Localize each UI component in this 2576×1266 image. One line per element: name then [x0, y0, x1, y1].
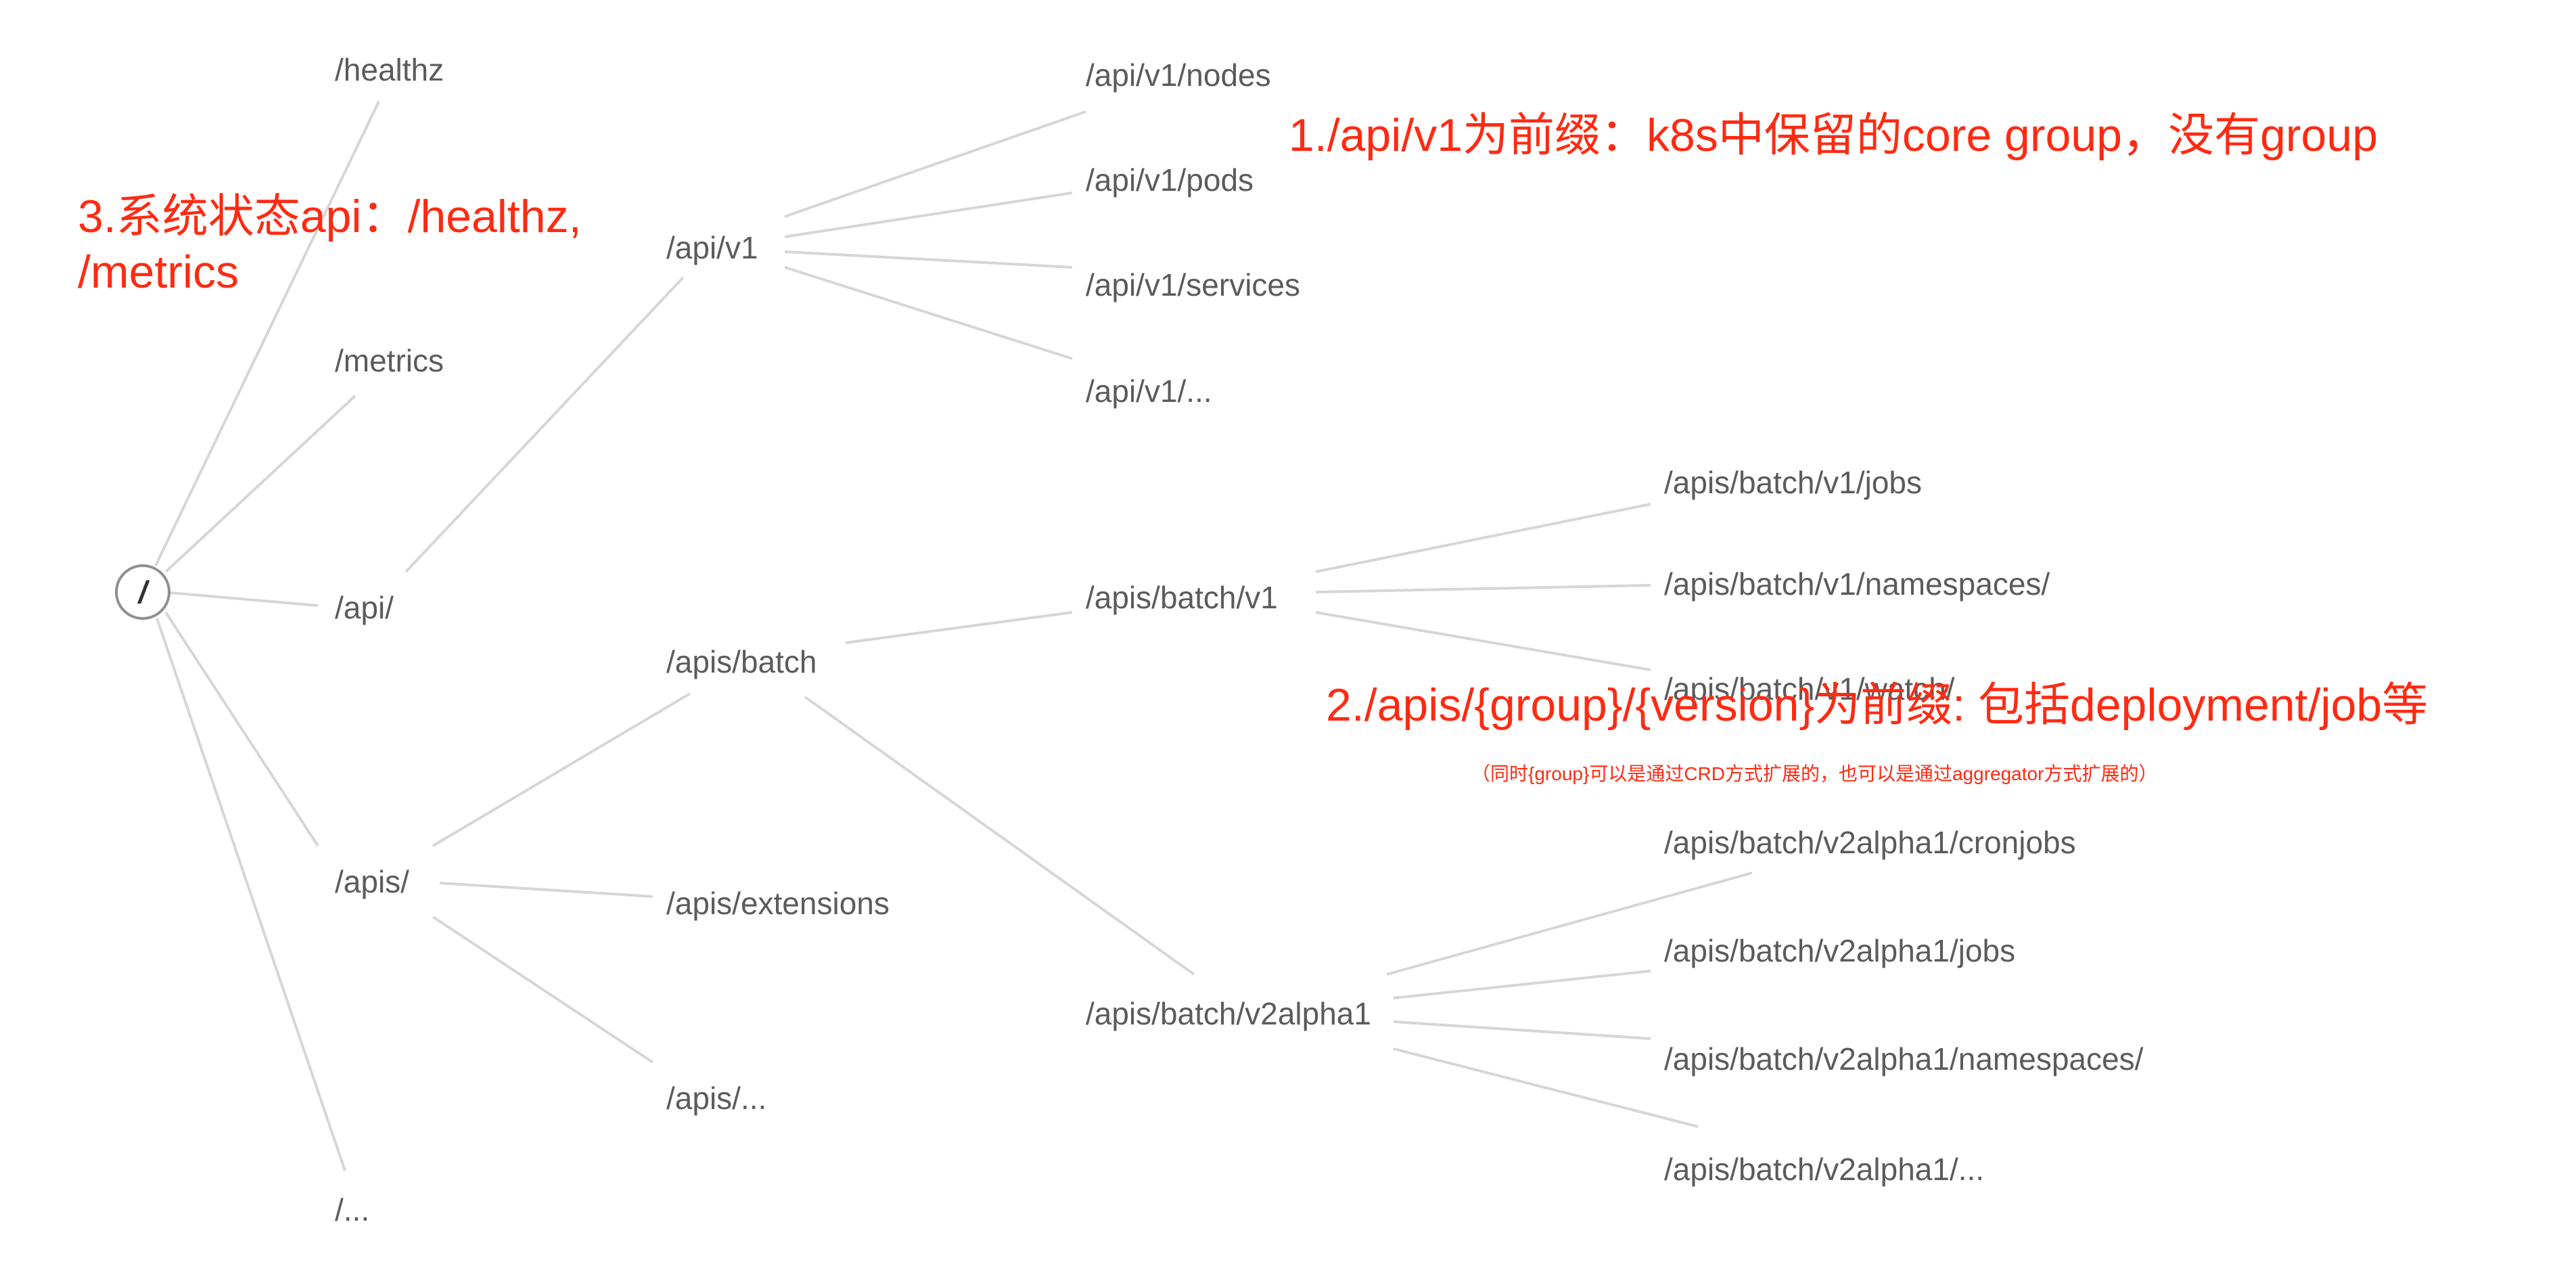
- node-apis-batch[interactable]: /apis/batch: [666, 646, 816, 677]
- node-root-etc[interactable]: /...: [335, 1194, 369, 1225]
- annotation-named-group: 2./apis/{group}/{version}为前缀: 包括deployme…: [1326, 679, 2429, 731]
- edge-apiv1-etc: [784, 266, 1073, 360]
- node-apis-extensions[interactable]: /apis/extensions: [666, 888, 890, 919]
- annotation-system-status-line1: 3.系统状态api：/healthz,: [78, 191, 582, 242]
- edge-apis-batch: [432, 692, 691, 847]
- node-api-v1-services[interactable]: /api/v1/services: [1086, 269, 1300, 300]
- node-apis-batch-v2alpha1[interactable]: /apis/batch/v2alpha1: [1086, 998, 1371, 1029]
- annotation-named-group-note: （同时{group}可以是通过CRD方式扩展的，也可以是通过aggregator…: [1471, 763, 2158, 784]
- edge-apiv1-nodes: [784, 110, 1086, 218]
- annotation-system-status-line2: /metrics: [78, 246, 239, 298]
- node-api-v1-etc[interactable]: /api/v1/...: [1086, 376, 1212, 407]
- edge-apis-etc: [432, 915, 654, 1064]
- node-apis[interactable]: /apis/: [335, 866, 409, 897]
- edge-apis-extensions: [439, 882, 653, 898]
- root-node[interactable]: /: [115, 564, 170, 620]
- edge-v2-etc: [1393, 1047, 1699, 1128]
- edge-v1-namespaces: [1315, 584, 1651, 593]
- edge-root-etc: [156, 618, 346, 1171]
- node-healthz[interactable]: /healthz: [335, 54, 444, 85]
- edge-v1-jobs: [1315, 503, 1651, 573]
- edge-v2-namespaces: [1393, 1020, 1651, 1040]
- edge-v1-watch: [1315, 611, 1651, 671]
- node-api-v1-nodes[interactable]: /api/v1/nodes: [1086, 60, 1271, 91]
- node-apis-batch-v1[interactable]: /apis/batch/v1: [1086, 582, 1278, 613]
- annotation-system-status: 3.系统状态api：/healthz, /metrics: [78, 189, 582, 300]
- edge-api-apiv1: [405, 276, 685, 573]
- edge-root-api: [170, 591, 319, 607]
- edge-root-apis: [164, 611, 319, 847]
- annotation-core-group: 1./api/v1为前缀：k8s中保留的core group，没有group: [1289, 110, 2378, 161]
- node-api[interactable]: /api/: [335, 592, 394, 623]
- node-batch-v2alpha1-jobs[interactable]: /apis/batch/v2alpha1/jobs: [1664, 935, 2015, 966]
- edge-apiv1-services: [784, 250, 1073, 269]
- edge-root-healthz: [154, 101, 380, 566]
- node-metrics[interactable]: /metrics: [335, 345, 444, 376]
- edge-batch-v1: [845, 611, 1073, 644]
- edge-batch-v2alpha1: [804, 696, 1195, 976]
- edge-apiv1-pods: [784, 191, 1073, 238]
- node-batch-v2alpha1-cronjobs[interactable]: /apis/batch/v2alpha1/cronjobs: [1664, 827, 2076, 858]
- node-api-v1[interactable]: /api/v1: [666, 232, 758, 263]
- edge-v2-jobs: [1393, 970, 1651, 999]
- node-batch-v2alpha1-namespaces[interactable]: /apis/batch/v2alpha1/namespaces/: [1664, 1043, 2143, 1075]
- node-batch-v2alpha1-etc[interactable]: /apis/batch/v2alpha1/...: [1664, 1154, 1984, 1185]
- node-batch-v1-jobs[interactable]: /apis/batch/v1/jobs: [1664, 467, 1922, 498]
- node-apis-etc[interactable]: /apis/...: [666, 1083, 766, 1114]
- node-batch-v1-namespaces[interactable]: /apis/batch/v1/namespaces/: [1664, 568, 2050, 600]
- node-api-v1-pods[interactable]: /api/v1/pods: [1086, 164, 1254, 196]
